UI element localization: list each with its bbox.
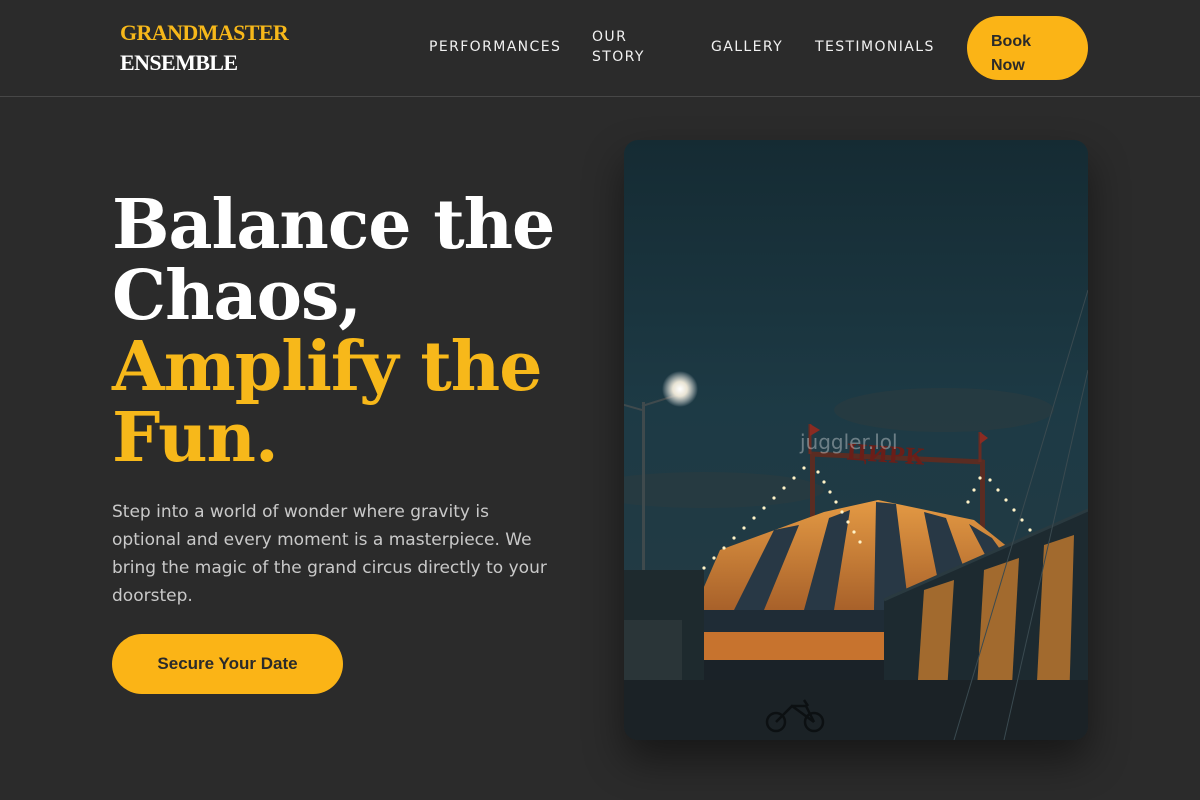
book-now-button[interactable]: Book Now [967,16,1088,80]
hero-title-line-4: Fun. [112,398,279,478]
nav-link-gallery[interactable]: GALLERY [711,37,783,57]
hero-title-line-3: Amplify the [112,327,542,407]
hero-title-line-2: Chaos, [112,256,362,336]
circus-tent-photo: ЦИРК juggler.lol [624,140,1088,740]
nav-link-our-story[interactable]: OUR STORY [592,27,672,67]
photo-watermark: juggler.lol [800,430,898,454]
nav-link-testimonials[interactable]: TESTIMONIALS [815,37,935,57]
secure-date-button[interactable]: Secure Your Date [112,634,343,694]
site-header: GRANDMASTER ENSEMBLE PERFORMANCES OUR ST… [0,0,1200,97]
hero-title: Balance the Chaos, Amplify the Fun. [112,190,582,474]
nav-link-performances[interactable]: PERFORMANCES [429,37,561,57]
hero-description: Step into a world of wonder where gravit… [112,502,547,606]
hero-title-line-1: Balance the [112,185,555,265]
